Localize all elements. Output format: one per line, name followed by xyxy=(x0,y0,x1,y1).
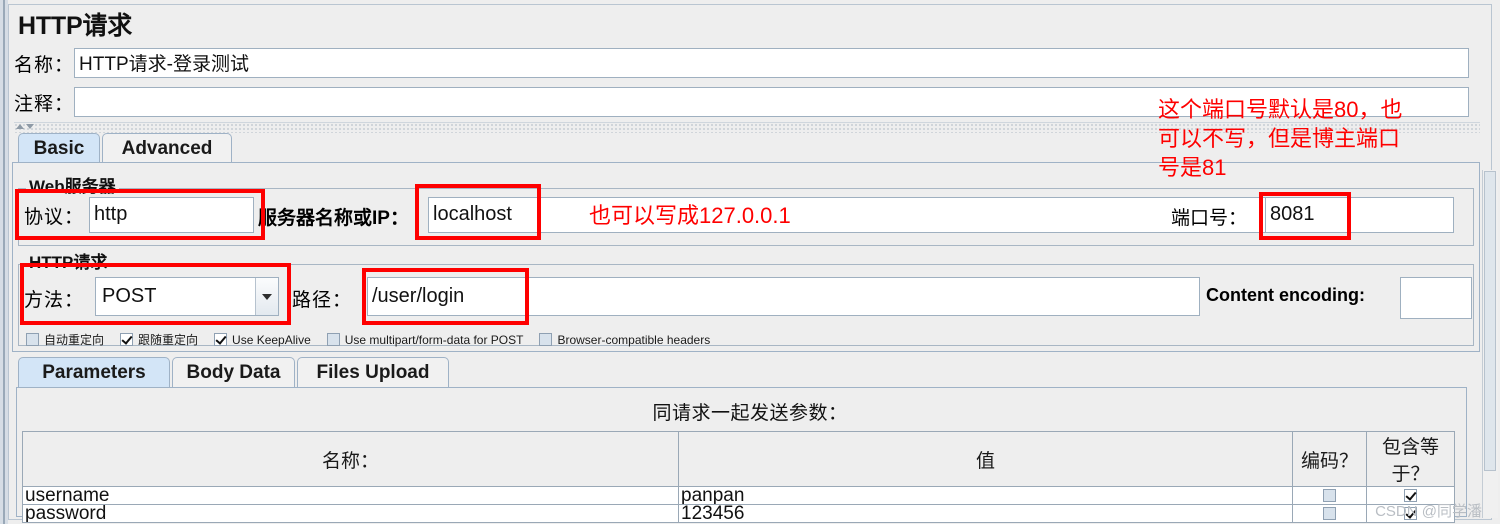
table-row[interactable]: password 123456 xyxy=(22,504,1455,523)
method-combobox[interactable]: POST xyxy=(95,277,279,316)
name-label: 名称： xyxy=(14,54,75,76)
cell-param-encode[interactable] xyxy=(1292,486,1367,505)
cell-param-encode[interactable] xyxy=(1292,504,1367,523)
checkbox-icon[interactable] xyxy=(1323,489,1336,503)
name-row: 名称： HTTP请求-登录测试 xyxy=(14,48,1470,78)
checkbox-label: 跟随重定向 xyxy=(138,333,199,347)
table-row[interactable]: username panpan xyxy=(22,486,1455,505)
vertical-scrollbar-thumb[interactable] xyxy=(1484,171,1496,471)
request-options-row: 自动重定向 跟随重定向 Use KeepAlive Use multipart/… xyxy=(26,331,726,348)
column-header-encode[interactable]: 编码？ xyxy=(1292,431,1367,487)
column-header-value[interactable]: 值 xyxy=(678,431,1293,487)
checkbox-label: Use multipart/form-data for POST xyxy=(344,332,524,347)
annotation-server-note: 也可以写成127.0.0.1 xyxy=(589,203,791,228)
page-title: HTTP请求 xyxy=(18,12,133,40)
checkbox-icon[interactable] xyxy=(539,333,553,346)
parameters-table: 名称： 值 编码？ 包含等于？ username panpan password… xyxy=(22,431,1455,523)
parameters-caption: 同请求一起发送参数： xyxy=(652,403,848,424)
cell-param-value[interactable]: panpan xyxy=(678,486,1293,505)
tab-basic[interactable]: Basic xyxy=(18,133,100,163)
checkbox-icon[interactable] xyxy=(326,333,340,346)
checkbox-label: Browser-compatible headers xyxy=(557,332,711,347)
path-input[interactable]: /user/login xyxy=(367,277,1200,316)
tab-files-upload[interactable]: Files Upload xyxy=(297,357,449,388)
method-combobox-value: POST xyxy=(102,285,157,307)
splitter-arrows[interactable] xyxy=(16,123,38,131)
chevron-down-icon[interactable] xyxy=(255,278,278,315)
server-label: 服务器名称或IP： xyxy=(258,208,409,229)
checkbox-label: 自动重定向 xyxy=(44,333,105,347)
annotation-port-note-line3: 号是81 xyxy=(1158,155,1227,180)
chevron-up-icon[interactable] xyxy=(16,124,24,129)
checkbox-icon[interactable] xyxy=(26,333,39,346)
annotation-port-note-line2: 可以不写，但是博主端口 xyxy=(1158,126,1401,151)
checkbox-checked-icon[interactable] xyxy=(214,333,228,346)
checkbox-use-keepalive[interactable]: Use KeepAlive xyxy=(214,333,311,347)
content-encoding-input[interactable] xyxy=(1400,277,1472,319)
web-server-legend: Web服务器 xyxy=(26,172,119,197)
column-header-include-equals[interactable]: 包含等于？ xyxy=(1366,431,1455,487)
column-header-name[interactable]: 名称： xyxy=(22,431,679,487)
checkbox-label: Use KeepAlive xyxy=(232,332,311,347)
comment-label: 注释： xyxy=(14,93,75,115)
checkbox-use-multipart[interactable]: Use multipart/form-data for POST xyxy=(326,332,524,347)
name-input[interactable]: HTTP请求-登录测试 xyxy=(74,48,1470,78)
watermark: CSDN @同学潘 xyxy=(1375,503,1482,520)
content-encoding-label: Content encoding: xyxy=(1206,285,1365,305)
checkbox-follow-redirect[interactable]: 跟随重定向 xyxy=(120,331,198,348)
protocol-input[interactable]: http xyxy=(89,197,254,233)
checkbox-auto-redirect[interactable]: 自动重定向 xyxy=(26,331,104,348)
cell-param-value[interactable]: 123456 xyxy=(678,504,1293,523)
checkbox-checked-icon[interactable] xyxy=(120,333,134,346)
checkbox-browser-compatible-headers[interactable]: Browser-compatible headers xyxy=(539,333,710,347)
checkbox-icon[interactable] xyxy=(1323,507,1336,521)
method-label: 方法： xyxy=(24,290,85,311)
chevron-down-icon[interactable] xyxy=(26,124,34,129)
window-left-rail-accent xyxy=(3,0,5,524)
annotation-port-note-line1: 这个端口号默认是80，也 xyxy=(1158,97,1403,122)
tab-parameters[interactable]: Parameters xyxy=(18,357,170,388)
cell-param-name[interactable]: username xyxy=(22,486,679,505)
protocol-label: 协议： xyxy=(24,207,85,228)
jmeter-http-request-panel: HTTP请求 名称： HTTP请求-登录测试 注释： Basic Advance… xyxy=(0,0,1500,524)
http-request-legend: HTTP请求 xyxy=(26,248,111,273)
path-label: 路径： xyxy=(292,290,353,311)
tab-advanced[interactable]: Advanced xyxy=(102,133,232,163)
tab-body-data[interactable]: Body Data xyxy=(172,357,295,388)
port-input[interactable]: 8081 xyxy=(1265,197,1454,233)
cell-param-name[interactable]: password xyxy=(22,504,679,523)
port-label: 端口号： xyxy=(1171,208,1248,229)
vertical-scrollbar[interactable] xyxy=(1482,170,1498,518)
table-header-row: 名称： 值 编码？ 包含等于？ xyxy=(22,431,1455,487)
